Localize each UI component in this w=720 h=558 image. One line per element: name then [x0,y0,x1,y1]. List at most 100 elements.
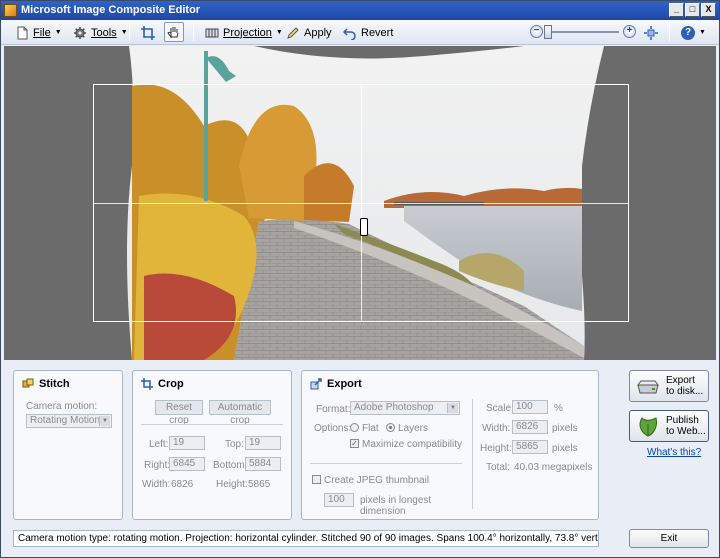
thumbnail-unit-line2: dimension [360,506,406,517]
publish-label: Publish to Web... [666,415,706,437]
revert-label: Revert [361,26,394,39]
help-menu[interactable]: ? ▼ [681,24,706,41]
flat-radio[interactable] [350,423,359,432]
publish-line1: Publish [666,415,699,426]
export-height-label: Height: [480,443,512,454]
scale-label: Scale: [486,403,514,414]
camera-motion-select[interactable]: Rotating Motion ▼ [26,414,112,428]
panorama-canvas[interactable] [4,46,716,360]
chevron-down-icon: ▼ [699,29,706,36]
fit-window-icon [644,25,658,40]
toolbar-divider [669,24,670,41]
document-icon [17,26,28,39]
automatic-crop-button[interactable]: Automatic crop [209,400,271,426]
stitch-title-label: Stitch [39,378,70,390]
maximize-compat-label: Maximize compatibility [362,439,463,450]
jpeg-thumbnail-checkbox[interactable] [312,475,321,484]
crop-width-label: Width: [142,479,171,490]
zoom-out-button[interactable]: − [530,25,543,38]
crop-top-input[interactable]: 19 [245,436,281,450]
crop-height-label: Height: [216,479,248,490]
thumbnail-size-input[interactable]: 100 [324,493,354,507]
format-value: Adobe Photoshop [354,402,434,413]
export-width-input[interactable]: 6826 [512,420,548,434]
crop-left-label: Left: [149,439,169,450]
crop-divider [141,424,283,425]
total-value: 40.03 megapixels [514,462,593,473]
crop-tool-button[interactable] [141,24,155,41]
maximize-compat-checkbox[interactable]: ✓ [350,439,359,448]
stitch-title: Stitch [22,378,70,390]
crop-right-label: Right: [144,460,171,471]
thumbnail-unit-line1: pixels in longest [360,495,432,506]
publish-to-web-button[interactable]: Publish to Web... [629,410,709,442]
window-title: Microsoft Image Composite Editor [21,4,201,16]
zoom-slider[interactable] [551,31,619,33]
minimize-button[interactable]: _ [669,3,684,17]
scale-input[interactable]: 100 [512,400,548,414]
toolbar-divider [193,24,194,41]
format-label: Format: [316,404,351,415]
file-menu[interactable]: File ▼ [15,24,62,41]
projection-menu[interactable]: Projection ▼ [205,24,283,41]
title-bar: Microsoft Image Composite Editor _ □ X [1,1,719,20]
chevron-down-icon: ▼ [99,416,110,426]
export-title-label: Export [327,378,362,390]
toolbar: File ▼ Tools ▼ Projection ▼ Apply Revert [1,20,719,45]
crop-right-input[interactable]: 6845 [169,457,205,471]
pan-tool-button[interactable] [164,22,184,42]
gear-icon [74,26,86,39]
crop-title: Crop [141,378,184,390]
layers-radio[interactable] [386,423,395,432]
export-title: Export [310,378,362,390]
close-button[interactable]: X [701,3,716,17]
exit-button[interactable]: Exit [629,529,709,548]
help-icon: ? [681,25,695,40]
stitch-panel: Stitch Camera motion: Rotating Motion ▼ [13,370,123,520]
app-icon [4,4,17,17]
pencil-icon [287,26,299,39]
chevron-down-icon: ▼ [275,29,283,36]
export-width-unit: pixels [552,423,578,434]
crop-bottom-input[interactable]: 5884 [245,457,281,471]
crop-bottom-label: Bottom: [213,460,248,471]
leaf-icon [639,417,657,437]
format-select[interactable]: Adobe Photoshop ▼ [350,401,460,415]
export-height-input[interactable]: 5865 [512,440,548,454]
camera-motion-value: Rotating Motion [30,415,101,426]
hand-icon [167,27,179,38]
total-label: Total: [486,462,510,473]
apply-button[interactable]: Apply [286,24,332,41]
crop-icon [141,378,153,390]
revert-button[interactable]: Revert [343,24,393,41]
export-to-disk-button[interactable]: Export to disk... [629,370,709,402]
crop-panel: Crop Reset crop Automatic crop Left: 19 … [132,370,292,520]
projection-icon [205,28,219,37]
zoom-slider-thumb[interactable] [544,25,552,39]
export-divider [310,463,462,464]
projection-menu-label: Projection [223,26,272,39]
crop-width-value: 6826 [171,479,194,490]
crop-top-label: Top: [225,439,244,450]
publish-line2: to Web... [666,426,706,437]
app-window: Microsoft Image Composite Editor _ □ X F… [0,0,720,558]
toolbar-divider [129,24,130,41]
file-menu-label: File [33,26,51,39]
crop-center-handle[interactable] [360,218,368,236]
export-width-label: Width: [482,423,511,434]
disk-drive-icon [637,380,659,394]
chevron-down-icon: ▼ [447,403,458,413]
layers-label: Layers [398,423,429,434]
crop-height-value: 5865 [248,479,271,490]
fit-to-window-button[interactable] [644,24,658,41]
scale-unit: % [554,403,563,414]
crop-title-label: Crop [158,378,184,390]
chevron-down-icon: ▼ [54,29,62,36]
maximize-button[interactable]: □ [685,3,700,17]
whats-this-link[interactable]: What's this? [647,447,701,458]
crop-left-input[interactable]: 19 [169,436,205,450]
stitch-icon [22,378,34,388]
zoom-in-button[interactable]: + [623,25,636,38]
tools-menu[interactable]: Tools ▼ [73,24,128,41]
reset-crop-button[interactable]: Reset crop [155,400,203,426]
